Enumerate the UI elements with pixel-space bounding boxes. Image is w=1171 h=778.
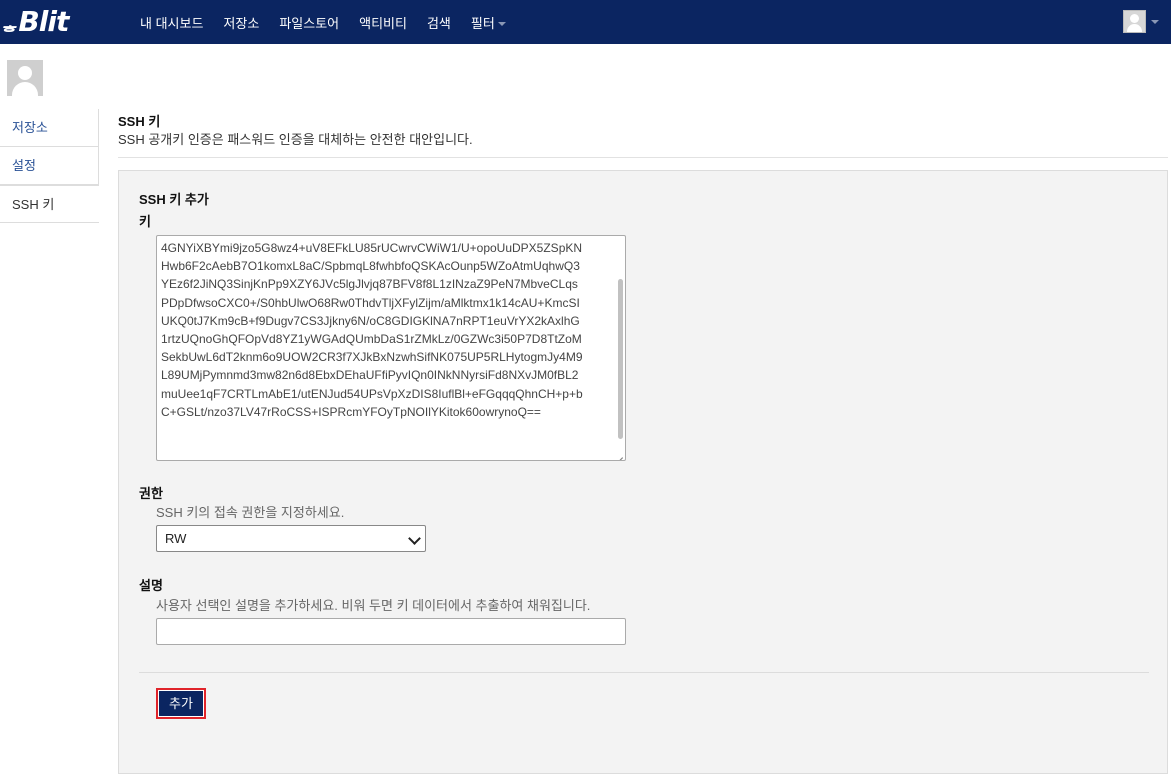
page-title: SSH 키: [118, 114, 161, 129]
user-menu[interactable]: [1123, 10, 1159, 33]
description-help: 사용자 선택인 설명을 추가하세요. 비워 두면 키 데이터에서 추출하여 채워…: [156, 598, 591, 613]
nav-filter-dropdown[interactable]: 필터: [471, 13, 506, 32]
sidebar-item-ssh-keys[interactable]: SSH 키: [0, 185, 99, 223]
form-title: SSH 키 추가: [139, 192, 209, 207]
key-textarea[interactable]: 4GNYiXBYmi9jzo5G8wz4+uV8EFkLU85rUCwrvCWi…: [156, 235, 626, 461]
key-line: L89UMjPymnmd3mw82n6d8EbxDEhaUFfiPyvIQn0I…: [161, 368, 579, 383]
logo-text: Blit: [18, 4, 69, 38]
key-line: UKQ0tJ7Km9cB+f9Dugv7CS3Jjkny6N/oC8GDIGKl…: [161, 313, 580, 328]
description-input[interactable]: [156, 618, 626, 645]
sidebar-item-settings[interactable]: 설정: [0, 147, 99, 185]
user-avatar-icon: [1123, 10, 1146, 33]
key-line: SekbUwL6dT2knm6o9UOW2CR3f7XJkBxNzwhSifNK…: [161, 350, 583, 365]
permission-help: SSH 키의 접속 권한을 지정하세요.: [156, 505, 345, 520]
top-navbar: ᇂ Blit 내 대시보드 저장소 파일스토어 액티비티 검색 필터: [0, 0, 1171, 44]
key-line: PDpDfwsoCXC0+/S0hbUlwO68Rw0ThdvTljXFylZi…: [161, 295, 580, 310]
logo[interactable]: ᇂ Blit: [0, 4, 69, 38]
chevron-down-icon: [497, 22, 506, 27]
permission-select[interactable]: RW: [156, 525, 426, 552]
nav-activity[interactable]: 액티비티: [359, 13, 407, 32]
logo-mark: ᇂ: [0, 12, 18, 35]
chevron-down-icon: [1151, 19, 1159, 24]
nav-filter-label: 필터: [470, 15, 495, 31]
key-line: muUee1qF7CRTLmAbE1/utENJud54UPsVpXzDIS8I…: [161, 386, 583, 401]
add-key-button[interactable]: 추가: [156, 688, 206, 719]
key-line: 4GNYiXBYmi9jzo5G8wz4+uV8EFkLU85rUCwrvCWi…: [161, 241, 583, 255]
divider: [139, 672, 1149, 673]
nav-search[interactable]: 검색: [427, 13, 451, 32]
nav-filestore[interactable]: 파일스토어: [279, 13, 339, 32]
key-label: 키: [139, 214, 151, 229]
key-line: 1rtzUQnoGhQFOpVd8YZ1yWGAdQUmbDaS1rZMkLz/…: [161, 332, 582, 347]
sidebar-item-repositories[interactable]: 저장소: [0, 109, 99, 147]
resize-handle-icon[interactable]: [615, 450, 624, 459]
key-line: Hwb6F2cAebB7O1komxL8aC/SpbmqL8fwhbfoQSKA…: [161, 259, 580, 274]
permission-label: 권한: [139, 486, 163, 501]
page-description: SSH 공개키 인증은 패스워드 인증을 대체하는 안전한 대안입니다.: [118, 132, 473, 147]
main-nav: 내 대시보드 저장소 파일스토어 액티비티 검색 필터: [140, 0, 526, 44]
nav-repositories[interactable]: 저장소: [223, 13, 259, 32]
profile-avatar-icon: [7, 60, 43, 96]
key-line: YEz6f2JiNQ3SinjKnPp9XZY6JVc5lgJlvjq87BFV…: [161, 277, 578, 292]
settings-sidebar: 저장소 설정 SSH 키: [0, 109, 99, 223]
chevron-down-icon: [408, 532, 421, 545]
key-textarea-content: 4GNYiXBYmi9jzo5G8wz4+uV8EFkLU85rUCwrvCWi…: [161, 239, 613, 421]
nav-my-dashboard[interactable]: 내 대시보드: [140, 13, 203, 32]
permission-selected-value: RW: [165, 531, 187, 546]
divider: [118, 157, 1168, 158]
description-label: 설명: [139, 578, 163, 593]
textarea-scrollbar[interactable]: [618, 279, 623, 439]
key-line: C+GSLt/nzo37LV47rRoCSS+ISPRcmYFOyTpNOIlY…: [161, 404, 541, 419]
